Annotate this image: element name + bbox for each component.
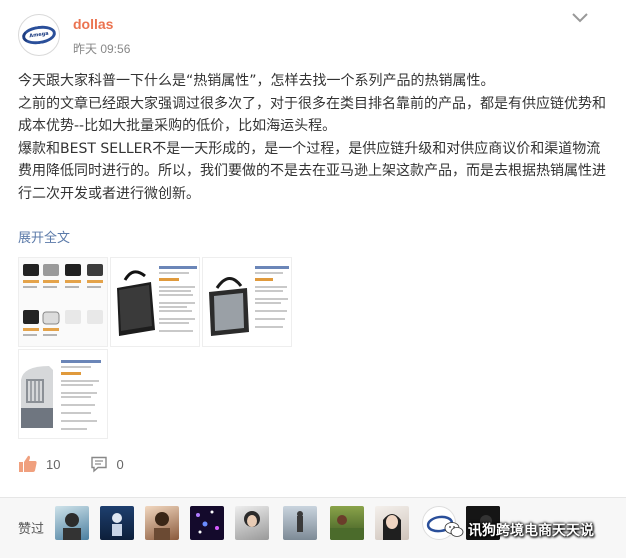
comment-button[interactable]: 0 [90,455,124,473]
liker-avatar[interactable] [330,506,364,540]
liker-avatar[interactable] [100,506,134,540]
thumbnail-pet-kennel-listing[interactable] [18,349,108,439]
liker-avatar[interactable] [235,506,269,540]
weibo-post-card: Amega dollas 昨天 09:56 今天跟大家科普一下什么是“热销属性”… [0,0,626,498]
liker-avatar[interactable] [190,506,224,540]
watermark-text: 讯狗跨境电商天天说 [468,523,594,539]
landscape-image [330,515,364,540]
figure-silhouette [112,513,122,536]
thumbnail-black-pet-carrier-listing[interactable] [110,257,200,347]
thumbs-up-icon [19,455,37,472]
liker-avatar[interactable] [55,506,89,540]
expand-full-text-link[interactable]: 展开全文 [18,227,70,246]
person-silhouette [244,511,260,527]
comment-icon [91,456,108,473]
chevron-down-icon[interactable] [570,10,590,26]
figure-silhouette [297,511,303,532]
liker-avatar[interactable] [145,506,179,540]
username-link[interactable]: dollas [73,16,113,32]
post-paragraph-3: 爆款和BEST SELLER不是一天形成的，是一个过程，是供应链升级和对供应商议… [18,140,606,202]
person-silhouette [63,513,81,540]
wechat-icon [444,522,464,537]
post-body: 今天跟大家科普一下什么是“热销属性”，怎样去找一个系列产品的热销属性。 之前的文… [18,70,610,205]
like-count: 10 [46,456,61,472]
liker-avatar[interactable] [283,506,317,540]
comment-count: 0 [116,456,124,472]
like-button[interactable]: 10 [18,455,60,473]
liker-avatar[interactable] [375,506,409,540]
user-avatar[interactable]: Amega [18,14,60,56]
thumbnail-pet-carrier-product-grid[interactable] [18,257,108,347]
amega-logo: Amega [20,23,58,47]
post-paragraph-1: 今天跟大家科普一下什么是“热销属性”，怎样去找一个系列产品的热销属性。 [18,73,495,89]
post-paragraph-2: 之前的文章已经跟大家强调过很多次了，对于很多在类目排名靠前的产品，都是有供应链优… [18,95,606,135]
post-timestamp: 昨天 09:56 [73,42,131,56]
product-grid-image [19,258,107,346]
post-actions: 10 0 [18,455,124,473]
sparkles-image [196,510,219,534]
black-pet-carrier-image [111,258,199,346]
liked-by-label: 赞过 [18,522,45,537]
person-silhouette [154,512,170,540]
gray-pet-carrier-image [203,258,291,346]
pet-kennel-image [19,350,107,438]
person-silhouette [383,514,401,540]
wechat-watermark: 讯狗跨境电商天天说 [444,520,594,540]
thumbnail-gray-pet-carrier-listing[interactable] [202,257,292,347]
